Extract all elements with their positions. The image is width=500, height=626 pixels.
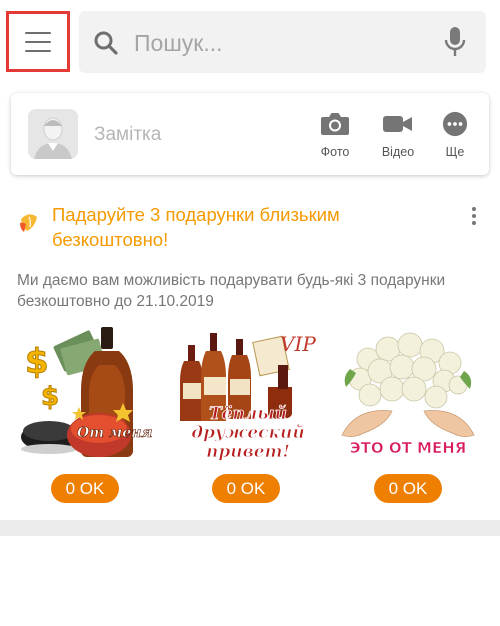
gift-item-2[interactable]: VIP Тёплый дружеский привет! 0 OK <box>178 325 318 505</box>
svg-text:$: $ <box>41 382 59 412</box>
microphone-icon[interactable] <box>444 26 466 58</box>
gift-promo-card: Падаруйте 3 подарунки близьким безкоштов… <box>0 185 500 520</box>
gift-badge-vip: VIP <box>280 332 316 356</box>
photo-button[interactable]: Фото <box>310 111 360 161</box>
svg-text:Тёплый: Тёплый <box>209 404 287 424</box>
svg-text:дружеский: дружеский <box>191 423 304 443</box>
gift-item-1[interactable]: $ $ От меня 0 OK <box>19 325 159 505</box>
gift-promo-icon <box>20 214 37 232</box>
photo-label: Фото <box>320 145 350 159</box>
video-icon <box>383 116 412 132</box>
video-button[interactable]: Відео <box>373 111 423 161</box>
more-button[interactable]: Ще <box>430 111 480 161</box>
search-icon <box>94 31 118 55</box>
avatar[interactable] <box>28 109 78 159</box>
promo-title[interactable]: Падаруйте 3 подарунки близьким безкоштов… <box>52 202 432 252</box>
gift-caption-3: ЭТО ОТ МЕНЯ <box>350 439 467 457</box>
svg-text:привет!: привет! <box>206 442 290 462</box>
promo-description: Ми даємо вам можливість подарувати будь-… <box>17 272 446 310</box>
video-label: Відео <box>381 145 415 159</box>
section-divider <box>0 520 500 536</box>
kebab-menu-icon[interactable] <box>466 207 482 231</box>
hamburger-icon <box>25 31 51 52</box>
gift-price-button[interactable]: 0 OK <box>212 474 280 503</box>
note-input[interactable]: Замітка <box>94 124 161 146</box>
more-label: Ще <box>445 145 465 159</box>
gift-price-button[interactable]: 0 OK <box>374 474 442 503</box>
more-icon <box>442 111 468 137</box>
gift-item-3[interactable]: ЭТО ОТ МЕНЯ 0 OK <box>338 325 478 505</box>
menu-button[interactable] <box>6 11 70 72</box>
svg-text:$: $ <box>25 342 49 382</box>
user-avatar-icon <box>28 109 78 159</box>
top-bar <box>0 0 500 80</box>
gift-image-3: ЭТО ОТ МЕНЯ <box>341 332 475 457</box>
gift-caption-1: От меня <box>77 425 152 441</box>
search-input[interactable] <box>134 29 434 57</box>
gift-price-button[interactable]: 0 OK <box>51 474 119 503</box>
gift-image-2: VIP Тёплый дружеский привет! <box>180 332 316 462</box>
post-composer: Замітка Фото Відео Ще <box>11 93 489 175</box>
search-bar[interactable] <box>79 11 486 73</box>
camera-icon <box>321 113 349 135</box>
gift-image-1: $ $ От меня <box>21 327 153 457</box>
